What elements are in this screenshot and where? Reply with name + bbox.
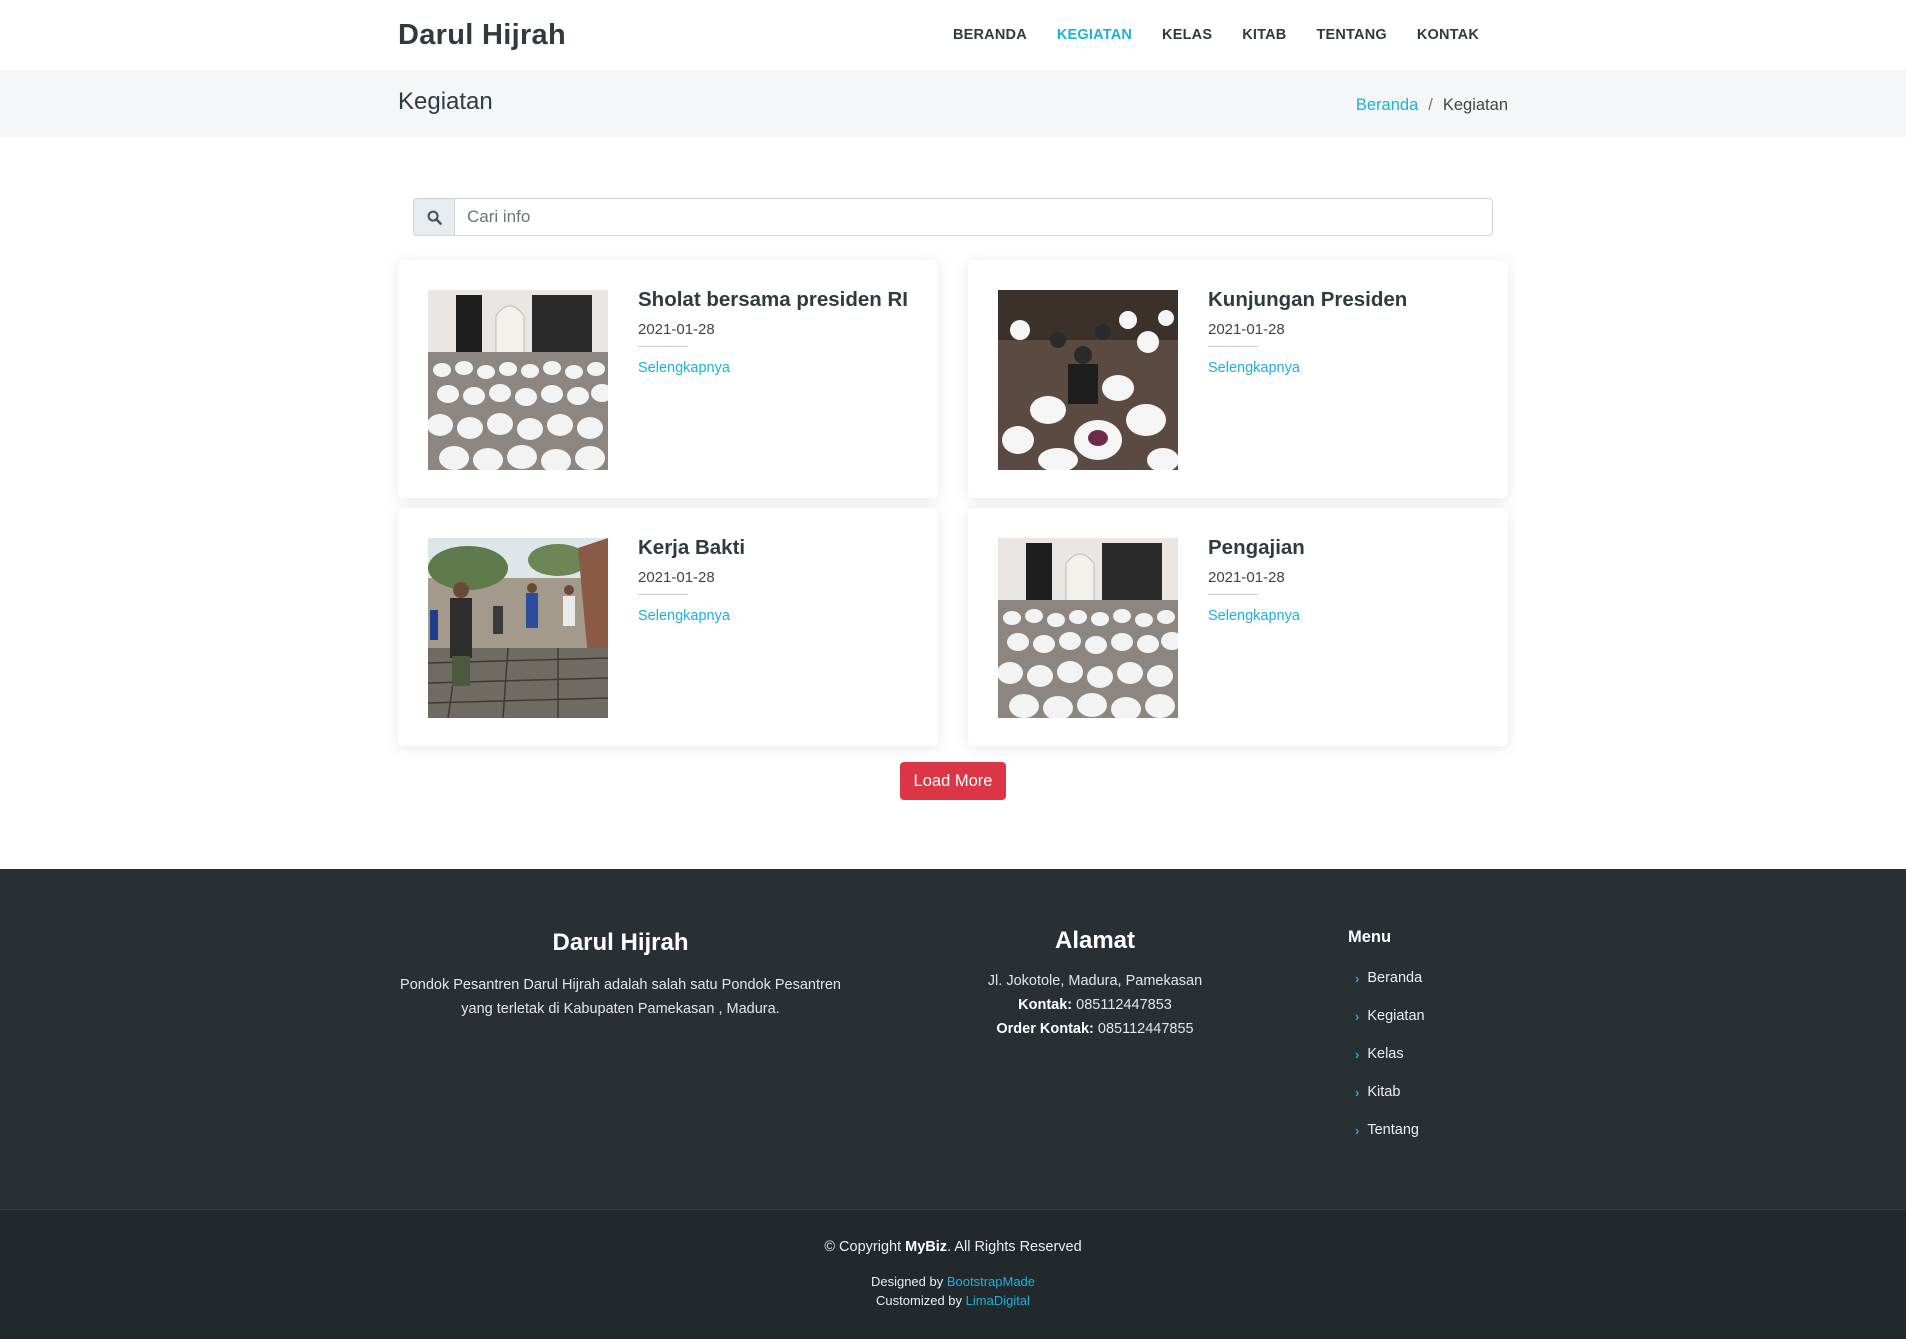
activity-card-body: Kunjungan Presiden 2021-01-28 Selengkapn…: [1208, 288, 1407, 468]
nav-kegiatan[interactable]: KEGIATAN: [1042, 27, 1147, 43]
activity-title[interactable]: Pengajian: [1208, 536, 1305, 561]
main-nav: BERANDA KEGIATAN KELAS KITAB TENTANG KON…: [938, 27, 1494, 43]
activity-card-body: Pengajian 2021-01-28 Selengkapnya: [1208, 536, 1305, 716]
activity-date: 2021-01-28: [1208, 320, 1285, 338]
footer-menu: Menu › Beranda › Kegiatan › Kelas › Kitab › T…: [1348, 928, 1425, 1149]
breadcrumb: Beranda / Kegiatan: [1356, 96, 1508, 115]
copyright: © Copyright MyBiz. All Rights Reserved: [824, 1239, 1082, 1255]
activity-card-body: Sholat bersama presiden RI 2021-01-28 Se…: [638, 288, 908, 468]
divider: [1208, 593, 1258, 595]
credits: Designed by BootstrapMade Customized by …: [870, 1274, 1036, 1308]
activity-grid: Sholat bersama presiden RI 2021-01-28 Se…: [398, 260, 1508, 746]
bootstrapmade-link[interactable]: BootstrapMade: [947, 1274, 1035, 1289]
footer-order-contact: Order Kontak: 085112447855: [996, 1021, 1194, 1037]
chevron-right-icon: ›: [1355, 1084, 1360, 1100]
breadcrumb-bar: Kegiatan Beranda / Kegiatan: [0, 70, 1906, 137]
footer-menu-item-tentang[interactable]: › Tentang: [1348, 1111, 1425, 1149]
activity-image[interactable]: [998, 538, 1178, 718]
activity-title[interactable]: Kerja Bakti: [638, 536, 745, 561]
site-logo[interactable]: Darul Hijrah: [398, 19, 566, 52]
activity-card: Sholat bersama presiden RI 2021-01-28 Se…: [398, 260, 938, 498]
nav-kelas[interactable]: KELAS: [1147, 27, 1227, 43]
chevron-right-icon: ›: [1355, 970, 1360, 986]
search-group: [413, 198, 1493, 236]
main-content: Sholat bersama presiden RI 2021-01-28 Se…: [398, 198, 1508, 800]
site-header: Darul Hijrah BERANDA KEGIATAN KELAS KITA…: [0, 0, 1906, 70]
nav-kitab[interactable]: KITAB: [1227, 27, 1301, 43]
footer-address-title: Alamat: [1054, 927, 1136, 954]
footer-top: Darul Hijrah Pondok Pesantren Darul Hijr…: [0, 869, 1906, 1209]
footer-address-line: Jl. Jokotole, Madura, Pamekasan: [987, 973, 1203, 989]
breadcrumb-home-link[interactable]: Beranda: [1356, 96, 1418, 115]
footer-contact: Kontak: 085112447853: [1018, 997, 1172, 1013]
activity-image[interactable]: [428, 290, 608, 470]
search-input[interactable]: [454, 198, 1493, 236]
footer-address: Alamat Jl. Jokotole, Madura, Pamekasan K…: [945, 929, 1245, 1041]
load-more-button[interactable]: Load More: [900, 762, 1006, 800]
breadcrumb-separator: /: [1428, 96, 1433, 114]
activity-date: 2021-01-28: [638, 320, 715, 338]
activity-card: Kunjungan Presiden 2021-01-28 Selengkapn…: [968, 260, 1508, 498]
nav-tentang[interactable]: TENTANG: [1301, 27, 1401, 43]
read-more-link[interactable]: Selengkapnya: [638, 608, 730, 624]
read-more-link[interactable]: Selengkapnya: [1208, 608, 1300, 624]
divider: [638, 593, 688, 595]
footer-menu-item-kitab[interactable]: › Kitab: [1348, 1073, 1425, 1111]
footer-menu-item-kelas[interactable]: › Kelas: [1348, 1035, 1425, 1073]
chevron-right-icon: ›: [1355, 1008, 1360, 1024]
search-icon: [413, 198, 454, 236]
activity-date: 2021-01-28: [1208, 568, 1285, 586]
activity-date: 2021-01-28: [638, 568, 715, 586]
footer-about: Darul Hijrah Pondok Pesantren Darul Hijr…: [398, 929, 843, 1021]
activity-image[interactable]: [428, 538, 608, 718]
load-more-wrap: Load More: [398, 762, 1508, 800]
activity-title[interactable]: Kunjungan Presiden: [1208, 288, 1407, 313]
activity-card: Pengajian 2021-01-28 Selengkapnya: [968, 508, 1508, 746]
nav-kontak[interactable]: KONTAK: [1402, 27, 1494, 43]
footer-about-text: Pondok Pesantren Darul Hijrah adalah sal…: [400, 977, 841, 1017]
footer-menu-title: Menu: [1348, 928, 1392, 946]
breadcrumb-current: Kegiatan: [1442, 96, 1508, 114]
footer-about-title: Darul Hijrah: [552, 929, 689, 956]
activity-card: Kerja Bakti 2021-01-28 Selengkapnya: [398, 508, 938, 746]
footer-menu-item-beranda[interactable]: › Beranda: [1348, 959, 1425, 997]
divider: [1208, 345, 1258, 347]
activity-card-body: Kerja Bakti 2021-01-28 Selengkapnya: [638, 536, 745, 716]
activity-image[interactable]: [998, 290, 1178, 470]
divider: [638, 345, 688, 347]
chevron-right-icon: ›: [1355, 1046, 1360, 1062]
chevron-right-icon: ›: [1355, 1122, 1360, 1138]
activity-title[interactable]: Sholat bersama presiden RI: [638, 288, 908, 313]
read-more-link[interactable]: Selengkapnya: [1208, 360, 1300, 376]
footer-bottom: © Copyright MyBiz. All Rights Reserved D…: [0, 1209, 1906, 1339]
page-title: Kegiatan: [398, 87, 493, 115]
read-more-link[interactable]: Selengkapnya: [638, 360, 730, 376]
nav-beranda[interactable]: BERANDA: [938, 27, 1042, 43]
footer-menu-item-kegiatan[interactable]: › Kegiatan: [1348, 997, 1425, 1035]
limadigital-link[interactable]: LimaDigital: [966, 1293, 1030, 1308]
